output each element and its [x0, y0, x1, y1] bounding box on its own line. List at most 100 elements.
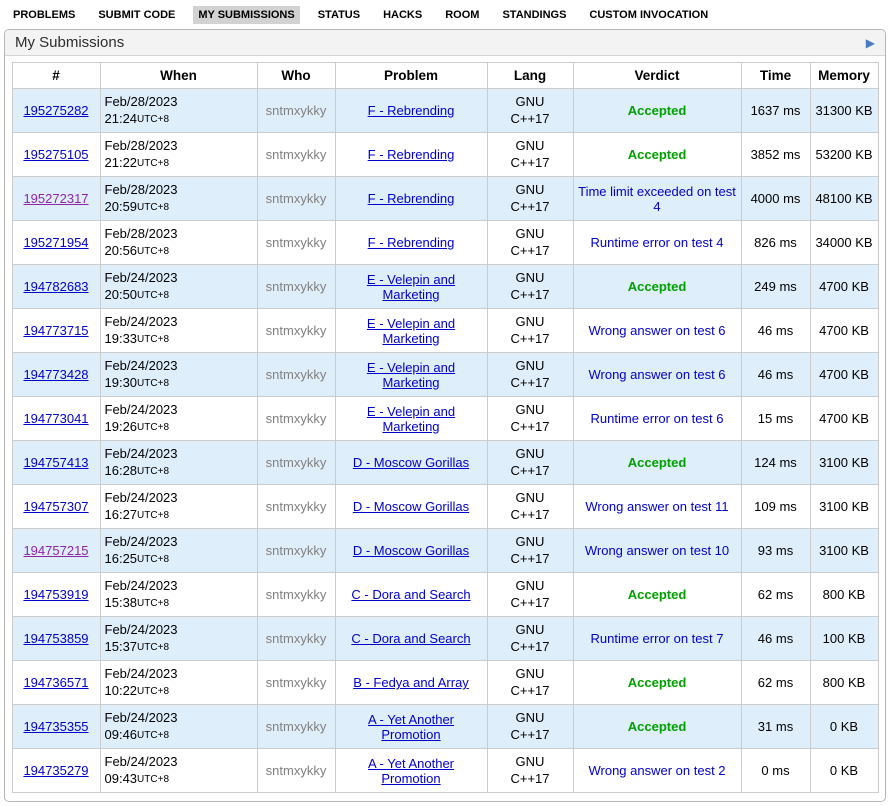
submission-date: Feb/24/2023 [105, 622, 253, 638]
problem-link[interactable]: E - Velepin and Marketing [367, 360, 455, 390]
problem-link[interactable]: E - Velepin and Marketing [367, 316, 455, 346]
timezone-label: UTC+8 [137, 334, 169, 345]
timezone-label: UTC+8 [137, 598, 169, 609]
submission-id-link[interactable]: 194773428 [23, 367, 88, 382]
submission-row-194773428: 194773428Feb/24/202319:30UTC+8sntmxykkyE… [12, 353, 878, 397]
submission-id-link[interactable]: 194757307 [23, 499, 88, 514]
nav-item-submit-code[interactable]: SUBMIT CODE [93, 6, 180, 24]
problem-link[interactable]: F - Rebrending [368, 191, 455, 206]
problem-link[interactable]: E - Velepin and Marketing [367, 404, 455, 434]
submission-row-195275282: 195275282Feb/28/202321:24UTC+8sntmxykkyF… [12, 89, 878, 133]
problem-link[interactable]: A - Yet Another Promotion [368, 756, 454, 786]
submission-id-link[interactable]: 194735279 [23, 763, 88, 778]
submission-id-link[interactable]: 195271954 [23, 235, 88, 250]
submission-verdict: Time limit exceeded on test 4 [573, 177, 741, 221]
nav-item-custom-invocation[interactable]: CUSTOM INVOCATION [584, 6, 713, 24]
column-header-time: Time [741, 63, 810, 89]
collapse-arrow-icon[interactable]: ▶ [866, 37, 875, 49]
timezone-label: UTC+8 [137, 114, 169, 125]
submission-verdict: Runtime error on test 7 [573, 617, 741, 661]
submission-id-cell: 194753859 [12, 617, 100, 661]
submission-id-link[interactable]: 194736571 [23, 675, 88, 690]
submission-id-link[interactable]: 194757215 [23, 543, 88, 558]
submission-id-link[interactable]: 194753919 [23, 587, 88, 602]
submission-problem-cell: E - Velepin and Marketing [335, 353, 487, 397]
submission-exec-time: 62 ms [741, 573, 810, 617]
column-header-lang: Lang [487, 63, 573, 89]
submission-id-link[interactable]: 195272317 [23, 191, 88, 206]
submission-problem-cell: D - Moscow Gorillas [335, 441, 487, 485]
problem-link[interactable]: C - Dora and Search [351, 587, 470, 602]
submission-id-cell: 194757215 [12, 529, 100, 573]
submission-id-link[interactable]: 194753859 [23, 631, 88, 646]
submission-id-link[interactable]: 195275282 [23, 103, 88, 118]
problem-link[interactable]: F - Rebrending [368, 147, 455, 162]
submission-author: sntmxykky [257, 221, 335, 265]
problem-link[interactable]: F - Rebrending [368, 235, 455, 250]
verdict-text: Runtime error on test 6 [591, 411, 724, 426]
submission-author: sntmxykky [257, 661, 335, 705]
submission-row-195272317: 195272317Feb/28/202320:59UTC+8sntmxykkyF… [12, 177, 878, 221]
submission-id-cell: 195275282 [12, 89, 100, 133]
language-text: C++17 [492, 727, 569, 744]
nav-item-hacks[interactable]: HACKS [378, 6, 427, 24]
timezone-label: UTC+8 [137, 686, 169, 697]
submission-author: sntmxykky [257, 265, 335, 309]
submission-language: GNUC++17 [487, 749, 573, 793]
submission-id-cell: 194782683 [12, 265, 100, 309]
timezone-label: UTC+8 [137, 466, 169, 477]
problem-link[interactable]: A - Yet Another Promotion [368, 712, 454, 742]
submission-id-link[interactable]: 194773715 [23, 323, 88, 338]
submission-when: Feb/24/202310:22UTC+8 [100, 661, 257, 705]
submission-language: GNUC++17 [487, 485, 573, 529]
submission-author: sntmxykky [257, 353, 335, 397]
problem-link[interactable]: D - Moscow Gorillas [353, 499, 469, 514]
submission-language: GNUC++17 [487, 353, 573, 397]
submission-id-cell: 194773428 [12, 353, 100, 397]
submission-row-194736571: 194736571 Feb/24/202310:22UTC+8sntmxykky B… [12, 661, 878, 705]
submission-id-cell: 194735355 [12, 705, 100, 749]
submission-id-link[interactable]: 194735355 [23, 719, 88, 734]
problem-link[interactable]: E - Velepin and Marketing [367, 272, 455, 302]
submission-id-cell: 194773715 [12, 309, 100, 353]
submission-id-cell: 194757307 [12, 485, 100, 529]
submission-author: sntmxykky [257, 573, 335, 617]
verdict-text: Wrong answer on test 2 [588, 763, 725, 778]
language-text: C++17 [492, 331, 569, 348]
submission-language: GNUC++17 [487, 661, 573, 705]
nav-item-standings[interactable]: STANDINGS [497, 6, 571, 24]
submission-row-194782683: 194782683 Feb/24/202320:50UTC+8sntmxykky E… [12, 265, 878, 309]
submission-when: Feb/28/202320:59UTC+8 [100, 177, 257, 221]
submission-author: sntmxykky [257, 309, 335, 353]
submission-id-link[interactable]: 194773041 [23, 411, 88, 426]
submission-when: Feb/24/202320:50UTC+8 [100, 265, 257, 309]
submission-date: Feb/24/2023 [105, 666, 253, 682]
submission-memory: 800 KB [810, 573, 878, 617]
submission-verdict: Runtime error on test 4 [573, 221, 741, 265]
nav-item-room[interactable]: ROOM [440, 6, 484, 24]
problem-link[interactable]: F - Rebrending [368, 103, 455, 118]
problem-link[interactable]: C - Dora and Search [351, 631, 470, 646]
submission-date: Feb/28/2023 [105, 226, 253, 242]
nav-item-my-submissions[interactable]: MY SUBMISSIONS [193, 6, 299, 24]
submission-id-link[interactable]: 195275105 [23, 147, 88, 162]
submission-exec-time: 46 ms [741, 617, 810, 661]
language-text: C++17 [492, 463, 569, 480]
submission-exec-time: 46 ms [741, 353, 810, 397]
language-text: C++17 [492, 639, 569, 656]
submissions-table: #WhenWhoProblemLangVerdictTimeMemory 195… [12, 62, 879, 793]
submission-id-cell: 194753919 [12, 573, 100, 617]
column-header-who: Who [257, 63, 335, 89]
submission-id-link[interactable]: 194782683 [23, 279, 88, 294]
timezone-label: UTC+8 [137, 774, 169, 785]
language-text: C++17 [492, 155, 569, 172]
problem-link[interactable]: D - Moscow Gorillas [353, 543, 469, 558]
nav-item-problems[interactable]: PROBLEMS [8, 6, 80, 24]
verdict-text: Accepted [628, 587, 687, 602]
submission-exec-time: 3852 ms [741, 133, 810, 177]
problem-link[interactable]: D - Moscow Gorillas [353, 455, 469, 470]
submission-id-link[interactable]: 194757413 [23, 455, 88, 470]
nav-item-status[interactable]: STATUS [313, 6, 365, 24]
timezone-label: UTC+8 [137, 510, 169, 521]
problem-link[interactable]: B - Fedya and Array [353, 675, 469, 690]
